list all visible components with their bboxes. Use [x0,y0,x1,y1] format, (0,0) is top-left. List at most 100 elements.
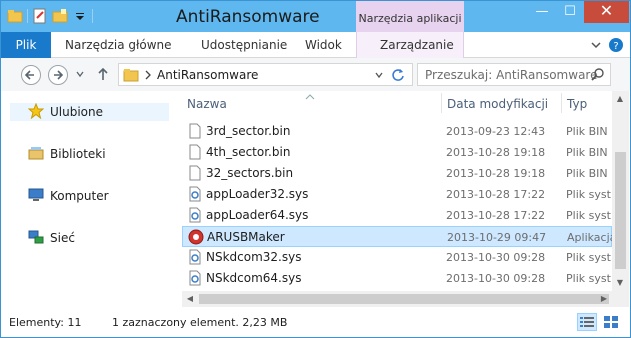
file-date: 2013-10-30 09:28 [446,272,546,285]
address-path: AntiRansomware [157,68,259,82]
horizontal-scrollbar[interactable]: ◀ ▶ [182,291,629,307]
window-title: AntiRansomware [176,7,320,27]
file-row[interactable]: 4th_sector.bin 2013-10-28 19:18 Plik BIN [182,142,612,163]
details-view-icon [580,317,594,327]
file-type: Plik BIN [566,125,608,138]
file-row[interactable]: NSkdcom32.sys 2013-10-30 09:28 Plik syst [182,247,612,268]
column-divider[interactable] [441,93,442,113]
file-name: NSkdcom64.sys [206,271,302,285]
chevron-down-icon[interactable] [374,69,384,84]
close-button[interactable]: ✕ [584,1,629,23]
file-name: NSkdcom32.sys [206,250,302,264]
search-input[interactable]: Przeszukaj: AntiRansomware [417,63,611,86]
file-date: 2013-10-30 09:28 [446,251,546,264]
network-icon [28,229,44,248]
arrow-left-icon [24,70,34,80]
properties-icon[interactable] [32,8,48,24]
scroll-down-icon[interactable]: ▼ [612,275,628,291]
star-icon [27,102,45,122]
title-bar: AntiRansomware Narzędzia aplikacji — ☐ ✕ [1,1,630,34]
ribbon-tabs: Plik Narzędzia główne Udostępnianie Wido… [1,32,630,58]
nav-item-libraries[interactable]: Biblioteki [28,144,106,164]
scroll-right-icon[interactable]: ▶ [596,291,612,307]
column-headers: Nazwa Data modyfikacji Typ [182,91,612,115]
minimize-button[interactable]: — [528,1,556,23]
toolbar-divider [92,9,93,23]
svg-text:?: ? [613,41,618,52]
file-date: 2013-10-28 19:18 [446,167,546,180]
folder-icon[interactable] [7,8,23,24]
tab-share[interactable]: Udostępnianie [201,32,287,58]
forward-button[interactable] [48,65,68,85]
content-area: Ulubione Biblioteki Komputer Sieć Nazwa … [1,91,630,307]
file-date: 2013-09-23 12:43 [446,125,546,138]
chevron-down-icon[interactable] [590,39,602,51]
file-row-selected[interactable]: ARUSBMaker 2013-10-29 09:47 Aplikacja [182,226,613,247]
maximize-button[interactable]: ☐ [556,1,584,23]
system-file-icon [187,186,203,202]
nav-label: Sieć [50,231,75,245]
file-name: appLoader32.sys [206,187,309,201]
search-icon[interactable] [590,67,606,86]
file-row[interactable]: 32_sectors.bin 2013-10-28 19:18 Plik BIN [182,163,612,184]
file-row[interactable]: 3rd_sector.bin 2013-09-23 12:43 Plik BIN [182,121,612,142]
vertical-scroll-thumb[interactable] [615,152,626,269]
system-file-icon [187,249,203,265]
folder-icon [123,67,139,86]
status-bar: Elementy: 11 1 zaznaczony element. 2,23 … [1,307,630,337]
system-file-icon [187,207,203,223]
blank-file-icon [187,165,203,181]
file-name: appLoader64.sys [206,208,309,222]
tab-view[interactable]: Widok [305,32,342,58]
file-date: 2013-10-28 17:22 [446,188,546,201]
column-divider[interactable] [561,93,562,113]
sort-up-icon [305,89,315,103]
chevron-right-icon[interactable] [144,69,152,84]
file-type: Aplikacja [567,231,613,244]
column-header-type[interactable]: Typ [567,97,587,111]
computer-icon [28,187,44,206]
tab-manage[interactable]: Zarządzanie [380,32,454,58]
app-icon [188,229,204,245]
nav-item-computer[interactable]: Komputer [28,186,109,206]
selection-info: 1 zaznaczony element. 2,23 MB [112,316,288,329]
horizontal-scroll-thumb[interactable] [199,294,609,304]
address-row: AntiRansomware Przeszukaj: AntiRansomwar… [1,58,630,91]
address-bar[interactable]: AntiRansomware [118,63,413,86]
file-date: 2013-10-28 17:22 [446,209,546,222]
tab-file[interactable]: Plik [1,32,51,58]
nav-item-favorites[interactable]: Ulubione [9,102,170,122]
system-file-icon [187,270,203,286]
file-type: Plik syst [566,272,611,285]
file-type: Plik BIN [566,146,608,159]
customize-qat-icon[interactable] [72,8,88,24]
refresh-icon[interactable] [390,67,406,86]
blank-file-icon [187,144,203,160]
column-header-name[interactable]: Nazwa [187,97,227,111]
large-icons-view-button[interactable] [601,313,621,331]
up-arrow-icon[interactable] [96,66,110,85]
help-icon[interactable]: ? [608,37,624,53]
details-view-button[interactable] [577,313,597,331]
file-row[interactable]: appLoader64.sys 2013-10-28 17:22 Plik sy… [182,205,612,226]
tab-home[interactable]: Narzędzia główne [65,32,172,58]
toolbar-divider [27,9,28,23]
library-icon [28,145,44,164]
vertical-scrollbar[interactable]: ▲ ▼ [612,91,629,291]
new-folder-icon[interactable] [52,8,68,24]
large-icons-view-icon [604,316,618,328]
quick-access-toolbar [7,8,93,24]
recent-locations-icon[interactable] [75,68,85,83]
file-type: Plik syst [566,251,611,264]
file-date: 2013-10-28 19:18 [446,146,546,159]
column-header-date[interactable]: Data modyfikacji [447,97,548,111]
scroll-left-icon[interactable]: ◀ [182,291,198,307]
file-row[interactable]: NSkdcom64.sys 2013-10-30 09:28 Plik syst [182,268,612,289]
back-button[interactable] [21,65,41,85]
navigation-pane: Ulubione Biblioteki Komputer Sieć [1,91,176,307]
file-row[interactable]: appLoader32.sys 2013-10-28 17:22 Plik sy… [182,184,612,205]
scroll-up-icon[interactable]: ▲ [612,91,628,107]
nav-label: Komputer [50,189,109,203]
nav-item-network[interactable]: Sieć [28,228,75,248]
explorer-window: AntiRansomware Narzędzia aplikacji — ☐ ✕… [0,0,631,338]
